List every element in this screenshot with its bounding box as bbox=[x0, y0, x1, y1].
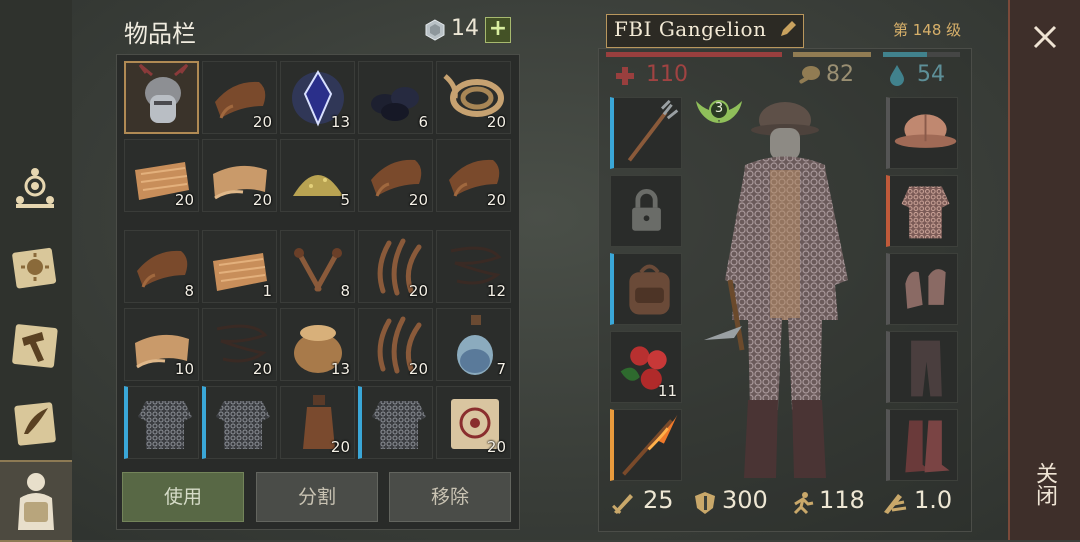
pants-icon bbox=[911, 340, 942, 397]
sidebar-build-icon[interactable] bbox=[6, 316, 64, 374]
demon-helmet-icon bbox=[138, 63, 189, 123]
inventory-slot[interactable]: 13 bbox=[280, 308, 355, 381]
equipment-slot-left[interactable] bbox=[610, 409, 682, 481]
weight-value: 1.0 bbox=[914, 486, 953, 514]
equipment-slot-right[interactable] bbox=[886, 175, 958, 247]
slot-count: 8 bbox=[340, 282, 350, 300]
speed-icon bbox=[793, 492, 814, 515]
equipment-slot-left[interactable] bbox=[610, 253, 682, 325]
sidebar bbox=[0, 0, 72, 542]
speed-value: 118 bbox=[819, 486, 865, 514]
gloves-icon bbox=[905, 269, 946, 309]
slot-count: 13 bbox=[330, 360, 350, 378]
slot-count: 6 bbox=[418, 113, 428, 131]
slot-count: 20 bbox=[408, 191, 428, 209]
chainmail-shirt-icon bbox=[901, 186, 950, 239]
chainmail-icon bbox=[138, 401, 192, 449]
sidebar-crafting-icon[interactable] bbox=[6, 160, 64, 218]
inventory-slot[interactable]: 13 bbox=[280, 61, 355, 134]
inventory-slot[interactable]: 20 bbox=[436, 61, 511, 134]
backpack-icon bbox=[629, 264, 670, 315]
chainmail-icon bbox=[216, 401, 270, 449]
slot-count: 20 bbox=[486, 191, 506, 209]
inventory-slot[interactable]: 10 bbox=[124, 308, 199, 381]
inventory-slot[interactable] bbox=[202, 386, 277, 459]
slot-count: 20 bbox=[330, 438, 350, 456]
close-icon[interactable] bbox=[1030, 22, 1060, 52]
lock-icon bbox=[632, 188, 661, 231]
edit-name-icon[interactable] bbox=[778, 19, 798, 39]
armor-icon bbox=[695, 492, 715, 514]
attack-value: 25 bbox=[643, 486, 674, 514]
inventory-slot[interactable]: 5 bbox=[280, 139, 355, 212]
helmet-icon bbox=[894, 114, 957, 148]
slot-count: 20 bbox=[486, 438, 506, 456]
slot-count: 10 bbox=[174, 360, 194, 378]
add-currency-button[interactable]: + bbox=[485, 17, 511, 43]
slot-count: 20 bbox=[408, 282, 428, 300]
inventory-slot[interactable]: 8 bbox=[280, 230, 355, 303]
inventory-slot[interactable]: 20 bbox=[358, 230, 433, 303]
currency-count: 14 bbox=[451, 16, 479, 41]
equipment-slot-right[interactable] bbox=[886, 409, 958, 481]
slot-count: 8 bbox=[184, 282, 194, 300]
chainmail-icon bbox=[372, 401, 426, 449]
inventory-slot[interactable]: 20 bbox=[202, 308, 277, 381]
close-panel[interactable] bbox=[1008, 0, 1080, 540]
slot-count: 20 bbox=[252, 360, 272, 378]
slot-count: 20 bbox=[252, 191, 272, 209]
sidebar-skills-icon[interactable] bbox=[6, 238, 64, 296]
inventory-slot[interactable]: 1 bbox=[202, 230, 277, 303]
inventory-slot[interactable]: 20 bbox=[124, 139, 199, 212]
equipment-slot-left[interactable] bbox=[610, 97, 682, 169]
inventory-slot[interactable]: 6 bbox=[358, 61, 433, 134]
slot-count: 11 bbox=[657, 382, 677, 400]
character-level: 第 148 级 bbox=[893, 21, 962, 39]
slot-count: 5 bbox=[340, 191, 350, 209]
torch-icon bbox=[622, 414, 678, 476]
inventory-title: 物品栏 bbox=[124, 20, 196, 48]
inventory-slot[interactable]: 20 bbox=[358, 139, 433, 212]
equipment-slot-right[interactable] bbox=[886, 97, 958, 169]
inventory-slot[interactable]: 20 bbox=[436, 386, 511, 459]
armor-value: 300 bbox=[722, 486, 768, 514]
slot-count: 20 bbox=[408, 360, 428, 378]
inventory-slot[interactable]: 20 bbox=[202, 139, 277, 212]
inventory-slot[interactable]: 20 bbox=[280, 386, 355, 459]
slot-count: 1 bbox=[262, 282, 272, 300]
inventory-slot[interactable]: 8 bbox=[124, 230, 199, 303]
slot-count: 20 bbox=[174, 191, 194, 209]
inventory-slot[interactable]: 20 bbox=[358, 308, 433, 381]
slot-count: 13 bbox=[330, 113, 350, 131]
character-name: FBI Gangelion bbox=[614, 17, 767, 41]
inventory-slot[interactable]: 20 bbox=[202, 61, 277, 134]
slot-count: 7 bbox=[496, 360, 506, 378]
inventory-slot[interactable]: 20 bbox=[436, 139, 511, 212]
attack-icon bbox=[612, 494, 633, 514]
close-label[interactable]: 关闭 bbox=[1030, 462, 1060, 506]
equipment-slot-right[interactable] bbox=[886, 253, 958, 325]
split-button[interactable]: 分割 bbox=[256, 472, 378, 522]
inventory-slot[interactable] bbox=[358, 386, 433, 459]
inventory-slot[interactable]: 12 bbox=[436, 230, 511, 303]
weight-icon bbox=[884, 494, 907, 514]
currency-icon bbox=[425, 19, 445, 41]
pitchfork-icon bbox=[627, 99, 679, 162]
equipment-slot-left[interactable]: 11 bbox=[610, 331, 682, 403]
inventory-slot[interactable] bbox=[124, 61, 199, 134]
sidebar-inventory-icon[interactable] bbox=[0, 460, 72, 542]
boots-icon bbox=[905, 420, 950, 473]
slot-count: 20 bbox=[252, 113, 272, 131]
inventory-slot[interactable] bbox=[124, 386, 199, 459]
remove-button[interactable]: 移除 bbox=[389, 472, 511, 522]
inventory-slot[interactable]: 7 bbox=[436, 308, 511, 381]
equipment-slot-right[interactable] bbox=[886, 331, 958, 403]
slot-count: 20 bbox=[486, 113, 506, 131]
slot-count: 12 bbox=[486, 282, 506, 300]
character-avatar bbox=[704, 102, 848, 478]
use-button[interactable]: 使用 bbox=[122, 472, 244, 522]
sidebar-recipes-icon[interactable] bbox=[6, 394, 64, 452]
equipment-slot-left bbox=[610, 175, 682, 247]
